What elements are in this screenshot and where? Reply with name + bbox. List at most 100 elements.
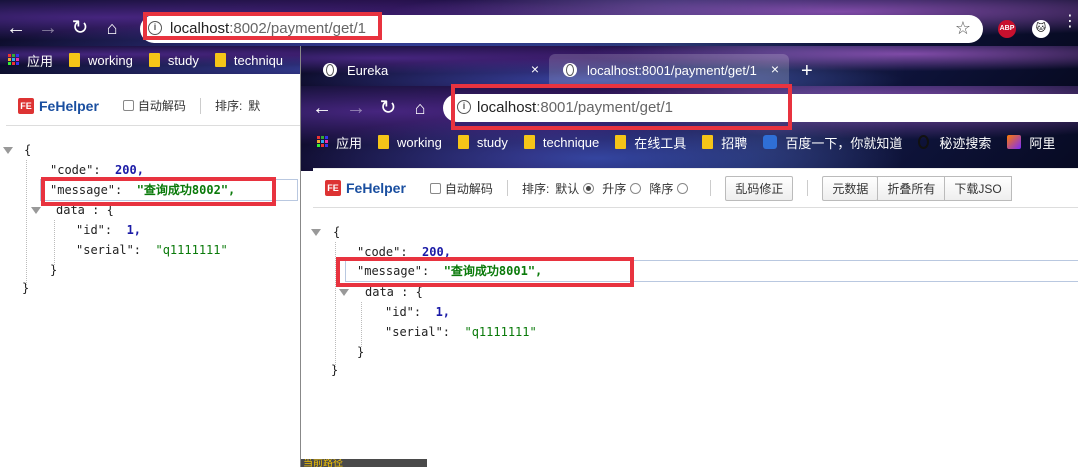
fehelper-icon: FE xyxy=(325,180,341,196)
globe-icon xyxy=(563,63,577,77)
globe-icon xyxy=(323,63,337,77)
json-key: "code": xyxy=(50,163,101,177)
download-json-button[interactable]: 下载JSO xyxy=(944,175,1012,201)
bookmark-mijisou[interactable]: 秘迹搜索 xyxy=(918,133,991,152)
star-icon[interactable]: ☆ xyxy=(955,18,971,39)
bookmark-label: techniqu xyxy=(233,52,284,68)
radio-icon[interactable] xyxy=(677,182,689,194)
json-brace: } xyxy=(22,281,30,295)
bookmark-apps[interactable]: 应用 xyxy=(8,51,53,70)
json-brace: } xyxy=(50,263,58,277)
feather-icon xyxy=(1007,135,1022,149)
folder-icon xyxy=(148,53,160,67)
sort-label: 排序: xyxy=(521,181,550,196)
divider xyxy=(807,180,809,196)
bookmark-study[interactable]: study xyxy=(457,134,508,150)
json-number: 1, xyxy=(126,223,142,237)
bookmark-online-tools[interactable]: 在线工具 xyxy=(615,133,686,152)
sort-desc-option[interactable]: 降序 xyxy=(649,180,696,197)
bookmark-jobs[interactable]: 招聘 xyxy=(702,133,747,152)
bookmark-working[interactable]: working xyxy=(69,53,133,68)
json-row-id: "id": 1, xyxy=(76,220,141,240)
folder-icon xyxy=(523,135,535,149)
fehelper-toolbar: FE FeHelper 自动解码 排序: 默认 升序 降序 乱码修正 元数据 折叠… xyxy=(313,168,1078,208)
checkbox-icon[interactable] xyxy=(429,182,441,194)
bookmark-study[interactable]: study xyxy=(148,52,199,68)
tab-localhost-8001[interactable]: localhost:8001/payment/get/1 × xyxy=(549,54,789,86)
bookmark-label: 应用 xyxy=(27,53,54,69)
close-icon[interactable]: × xyxy=(771,61,779,77)
auto-decode-label: 自动解码 xyxy=(444,181,493,196)
raw-data-button[interactable]: 元数据 xyxy=(822,175,879,201)
highlight-box-message xyxy=(41,177,276,206)
sort-default-label: 默认 xyxy=(555,181,580,196)
forward-arrow-icon[interactable]: → xyxy=(37,17,59,39)
fix-encoding-button[interactable]: 乱码修正 xyxy=(725,175,794,201)
extension-cat-icon[interactable]: 🐱 xyxy=(1032,20,1050,38)
json-viewer: { "code": 200, "message": "查询成功8001", da… xyxy=(301,222,1078,382)
close-icon[interactable]: × xyxy=(531,61,539,77)
tab-title: Eureka xyxy=(347,62,389,78)
json-number: 1, xyxy=(435,305,451,319)
indent-guide xyxy=(26,160,27,285)
checkbox-icon[interactable] xyxy=(122,100,134,111)
forward-arrow-icon[interactable]: → xyxy=(345,97,367,119)
highlight-box-url xyxy=(451,84,792,130)
json-row-serial: "serial": "q1111111" xyxy=(76,240,228,260)
json-string: "q1111111" xyxy=(155,243,228,257)
json-number: 200, xyxy=(115,163,144,177)
auto-decode-checkbox[interactable]: 自动解码 xyxy=(429,180,493,197)
folder-icon xyxy=(378,135,390,149)
sort-default-option[interactable]: 默认 xyxy=(555,180,602,197)
bookmark-baidu[interactable]: 百度一下，你就知道 xyxy=(763,133,902,152)
bookmark-technique[interactable]: techniqu xyxy=(214,52,284,68)
collapse-toggle-icon[interactable] xyxy=(31,207,41,214)
menu-dots-icon[interactable]: ⋮ xyxy=(1062,14,1078,30)
collapse-toggle-icon[interactable] xyxy=(311,229,321,236)
bookmark-apps[interactable]: 应用 xyxy=(317,133,362,152)
bookmark-aliyun[interactable]: 阿里 xyxy=(1007,133,1055,152)
tab-strip: Eureka × localhost:8001/payment/get/1 × … xyxy=(301,46,1078,86)
fehelper-logo-text: FeHelper xyxy=(39,97,99,114)
collapse-all-button[interactable]: 折叠所有 xyxy=(877,175,946,201)
bookmark-label: 应用 xyxy=(336,135,363,151)
sort-default-label[interactable]: 默 xyxy=(248,97,260,114)
fehelper-logo: FE FeHelper xyxy=(325,180,406,196)
home-icon[interactable]: ⌂ xyxy=(409,97,431,119)
back-arrow-icon[interactable]: ← xyxy=(5,17,27,39)
highlight-box-url xyxy=(143,12,382,40)
bookmarks-bar: 应用 working study technique 在线工具 招聘 百度一下，… xyxy=(301,128,1078,156)
back-arrow-icon[interactable]: ← xyxy=(311,97,333,119)
current-path-tip: 当前路径 xyxy=(301,459,427,467)
sort-asc-option[interactable]: 升序 xyxy=(602,180,649,197)
sort-label: 排序: xyxy=(214,99,243,113)
reload-icon[interactable]: ↻ xyxy=(69,17,91,39)
fehelper-logo: FE FeHelper xyxy=(18,97,99,114)
bookmark-label: study xyxy=(167,52,199,68)
collapse-toggle-icon[interactable] xyxy=(339,289,349,296)
bookmark-label: working xyxy=(397,134,442,150)
browser-window-front: Eureka × localhost:8001/payment/get/1 × … xyxy=(300,46,1078,467)
json-brace: { xyxy=(415,285,423,299)
folder-icon xyxy=(69,53,81,67)
bookmark-label: study xyxy=(476,134,508,150)
collapse-toggle-icon[interactable] xyxy=(3,147,13,154)
json-row-id: "id": 1, xyxy=(385,302,450,322)
new-tab-icon[interactable]: + xyxy=(801,60,813,83)
radio-icon[interactable] xyxy=(630,182,642,194)
tab-eureka[interactable]: Eureka × xyxy=(309,54,549,86)
fehelper-icon: FE xyxy=(18,97,34,114)
bookmark-technique[interactable]: technique xyxy=(523,135,599,150)
reload-icon[interactable]: ↻ xyxy=(377,97,399,119)
json-key: data : xyxy=(365,285,409,299)
folder-icon xyxy=(702,135,714,149)
abp-icon[interactable]: ABP xyxy=(998,20,1016,38)
auto-decode-checkbox[interactable]: 自动解码 xyxy=(122,97,186,114)
home-icon[interactable]: ⌂ xyxy=(101,17,123,39)
bookmark-working[interactable]: working xyxy=(378,135,442,150)
radio-selected-icon[interactable] xyxy=(583,182,595,194)
divider xyxy=(710,180,712,196)
auto-decode-label: 自动解码 xyxy=(137,99,186,113)
folder-icon xyxy=(214,53,226,67)
folder-icon xyxy=(615,135,627,149)
